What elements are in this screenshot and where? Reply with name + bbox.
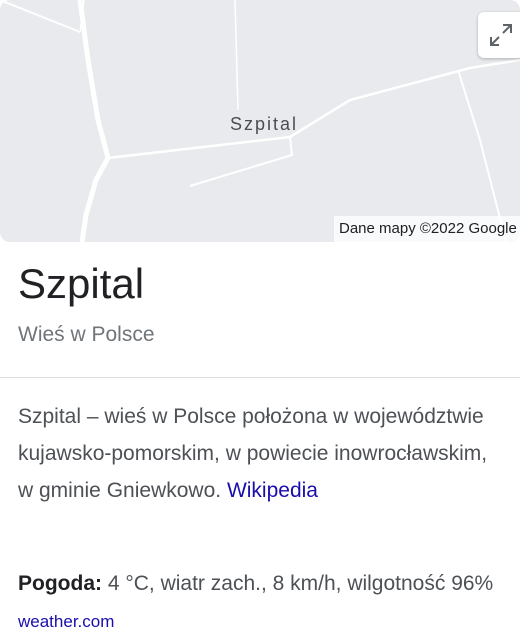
divider: [0, 377, 520, 378]
place-title: Szpital: [18, 260, 145, 307]
map-place-label: Szpital: [230, 114, 299, 134]
weather-info: Pogoda: 4 °C, wiatr zach., 8 km/h, wilgo…: [18, 565, 518, 640]
weather-source-link[interactable]: weather.com: [18, 612, 114, 631]
map-attribution: Dane mapy ©2022 Google: [334, 216, 520, 242]
weather-value: 4 °C, wiatr zach., 8 km/h, wilgotność 96…: [107, 572, 494, 595]
wikipedia-link[interactable]: Wikipedia: [227, 479, 318, 502]
place-subtitle: Wieś w Polsce: [18, 323, 155, 346]
map-preview[interactable]: Szpital Dane mapy ©2022 Google: [0, 0, 520, 242]
weather-label: Pogoda:: [18, 572, 102, 595]
expand-icon: [490, 24, 512, 46]
place-description: Szpital – wieś w Polsce położona w wojew…: [18, 398, 508, 509]
expand-map-button[interactable]: [478, 12, 520, 58]
